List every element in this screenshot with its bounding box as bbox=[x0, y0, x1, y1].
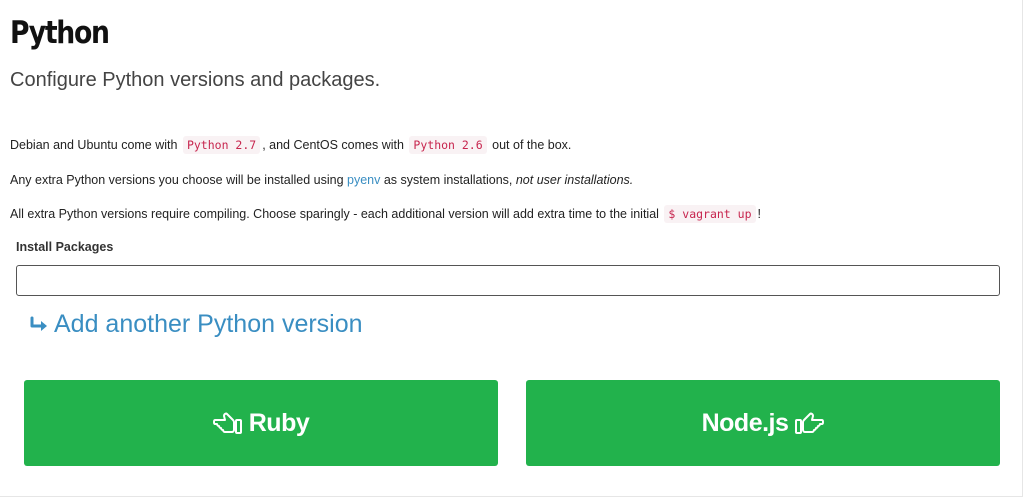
hand-point-right-icon bbox=[795, 412, 825, 434]
pyenv-link[interactable]: pyenv bbox=[347, 173, 380, 187]
install-packages-label: Install Packages bbox=[16, 240, 114, 254]
add-python-version-link[interactable]: Add another Python version bbox=[28, 312, 363, 337]
python-27-code: Python 2.7 bbox=[182, 136, 261, 154]
p1-text-b: , and CentOS comes with bbox=[262, 138, 404, 152]
vagrant-up-code: $ vagrant up bbox=[664, 205, 756, 223]
p2-emphasis: not user installations. bbox=[515, 173, 634, 187]
p1-text-a: Debian and Ubuntu come with bbox=[10, 138, 178, 152]
p2-text-a: Any extra Python versions you choose wil… bbox=[10, 173, 344, 187]
p2-text-b: as system installations, bbox=[383, 173, 513, 187]
page-title: Python bbox=[10, 15, 110, 51]
arrow-right-return-icon bbox=[30, 316, 47, 331]
p3-text-b: ! bbox=[757, 207, 761, 221]
page-frame: Python Configure Python versions and pac… bbox=[0, 0, 1023, 497]
intro-paragraph-1: Debian and Ubuntu come with Python 2.7, … bbox=[10, 136, 572, 155]
ruby-button[interactable]: Ruby bbox=[24, 380, 498, 466]
p1-text-c: out of the box. bbox=[492, 138, 572, 152]
intro-paragraph-2: Any extra Python versions you choose wil… bbox=[10, 172, 633, 190]
nodejs-button[interactable]: Node.js bbox=[526, 380, 1000, 466]
p3-text-a: All extra Python versions require compil… bbox=[10, 207, 659, 221]
page-subtitle: Configure Python versions and packages. bbox=[10, 69, 381, 91]
hand-point-left-icon bbox=[212, 412, 242, 434]
intro-paragraph-3: All extra Python versions require compil… bbox=[10, 205, 761, 224]
install-packages-input[interactable] bbox=[16, 265, 1000, 296]
python-26-code: Python 2.6 bbox=[409, 136, 487, 154]
add-python-version-label: Add another Python version bbox=[54, 310, 363, 338]
nodejs-button-label: Node.js bbox=[701, 408, 789, 437]
ruby-button-label: Ruby bbox=[248, 408, 310, 437]
